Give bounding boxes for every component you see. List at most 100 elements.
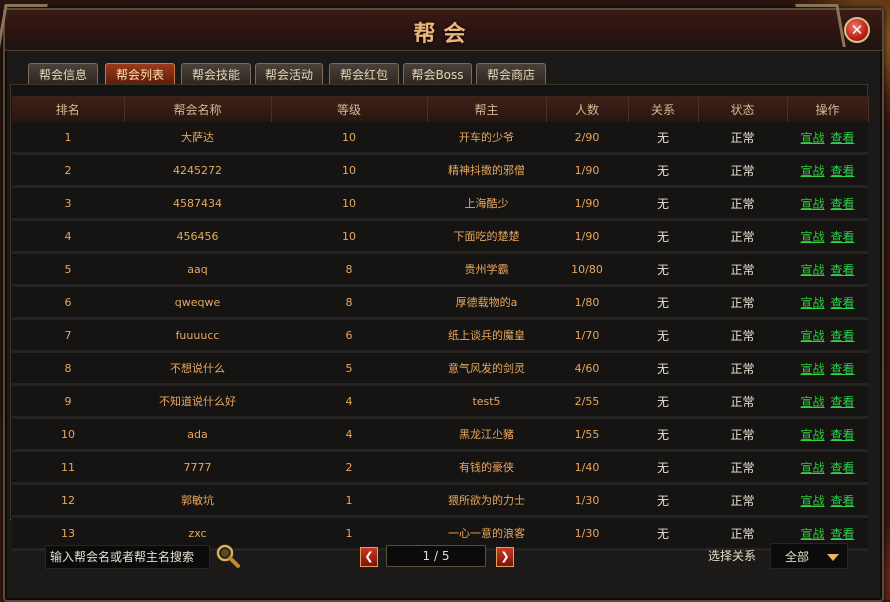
leader-cell: 精神抖擞的邪僧 xyxy=(427,153,546,188)
members-cell: 4/60 xyxy=(546,351,628,386)
prev-page-button[interactable]: ❮ xyxy=(360,547,378,567)
guild-name-cell: 不想说什么 xyxy=(124,351,271,386)
status-cell: 正常 xyxy=(698,483,787,518)
relation-cell: 无 xyxy=(628,318,698,353)
chevron-left-icon: ❮ xyxy=(364,550,374,563)
rank-cell: 6 xyxy=(12,285,124,320)
view-guild-link[interactable]: 查看 xyxy=(831,230,855,244)
rank-cell: 10 xyxy=(12,417,124,452)
view-guild-link[interactable]: 查看 xyxy=(831,164,855,178)
guild-name-cell: 4245272 xyxy=(124,153,271,188)
declare-war-link[interactable]: 宣战 xyxy=(800,197,824,211)
view-guild-link[interactable]: 查看 xyxy=(831,131,855,145)
members-cell: 1/55 xyxy=(546,417,628,452)
rank-cell: 5 xyxy=(12,252,124,287)
col-rank: 排名 xyxy=(12,96,125,122)
leader-cell: 黑龙江尐豬 xyxy=(427,417,546,452)
members-cell: 1/30 xyxy=(546,483,628,518)
declare-war-link[interactable]: 宣战 xyxy=(800,428,824,442)
view-guild-link[interactable]: 查看 xyxy=(831,494,855,508)
status-cell: 正常 xyxy=(698,351,787,386)
actions-cell: 宣战 查看 xyxy=(787,417,868,452)
status-cell: 正常 xyxy=(698,122,787,155)
close-button[interactable]: ✕ xyxy=(844,17,870,43)
level-cell: 4 xyxy=(271,417,427,452)
status-cell: 正常 xyxy=(698,318,787,353)
declare-war-link[interactable]: 宣战 xyxy=(800,263,824,277)
actions-cell: 宣战 查看 xyxy=(787,122,868,155)
view-guild-link[interactable]: 查看 xyxy=(831,461,855,475)
page-indicator: 1 / 5 xyxy=(386,545,486,567)
view-guild-link[interactable]: 查看 xyxy=(831,362,855,376)
col-members: 人数 xyxy=(546,96,629,122)
leader-cell: 贵州学霸 xyxy=(427,252,546,287)
level-cell: 1 xyxy=(271,483,427,518)
actions-cell: 宣战 查看 xyxy=(787,384,868,419)
members-cell: 1/90 xyxy=(546,153,628,188)
actions-cell: 宣战 查看 xyxy=(787,318,868,353)
members-cell: 1/80 xyxy=(546,285,628,320)
view-guild-link[interactable]: 查看 xyxy=(831,263,855,277)
col-status: 状态 xyxy=(698,96,788,122)
leader-cell: 下面吃的楚楚 xyxy=(427,219,546,254)
actions-cell: 宣战 查看 xyxy=(787,186,868,221)
declare-war-link[interactable]: 宣战 xyxy=(800,296,824,310)
status-cell: 正常 xyxy=(698,186,787,221)
table-row: 4 456456 10 下面吃的楚楚 1/90 无正常 宣战 查看 xyxy=(12,219,868,254)
search-icon[interactable] xyxy=(215,543,241,569)
declare-war-link[interactable]: 宣战 xyxy=(800,329,824,343)
table-row: 10 ada 4 黑龙江尐豬 1/55 无正常 宣战 查看 xyxy=(12,417,868,452)
actions-cell: 宣战 查看 xyxy=(787,252,868,287)
relation-cell: 无 xyxy=(628,417,698,452)
view-guild-link[interactable]: 查看 xyxy=(831,428,855,442)
search-input[interactable] xyxy=(45,545,210,569)
level-cell: 8 xyxy=(271,252,427,287)
col-guild-name: 帮会名称 xyxy=(124,96,272,122)
status-cell: 正常 xyxy=(698,384,787,419)
table-row: 12 郭敏坑 1 猥所欲为的力士 1/30 无正常 宣战 查看 xyxy=(12,483,868,518)
guild-table: 排名 帮会名称 等级 帮主 人数 关系 状态 操作 1 大萨达 10 开车的少爷 2/9… xyxy=(12,96,869,551)
rank-cell: 3 xyxy=(12,186,124,221)
declare-war-link[interactable]: 宣战 xyxy=(800,461,824,475)
relation-filter-select[interactable]: 全部 xyxy=(770,543,848,569)
table-row: 5 aaq 8 贵州学霸 10/80 无正常 宣战 查看 xyxy=(12,252,868,287)
view-guild-link[interactable]: 查看 xyxy=(831,329,855,343)
view-guild-link[interactable]: 查看 xyxy=(831,296,855,310)
view-guild-link[interactable]: 查看 xyxy=(831,395,855,409)
level-cell: 10 xyxy=(271,153,427,188)
rank-cell: 7 xyxy=(12,318,124,353)
actions-cell: 宣战 查看 xyxy=(787,219,868,254)
rank-cell: 12 xyxy=(12,483,124,518)
col-leader: 帮主 xyxy=(427,96,547,122)
rank-cell: 1 xyxy=(12,122,124,155)
leader-cell: 猥所欲为的力士 xyxy=(427,483,546,518)
declare-war-link[interactable]: 宣战 xyxy=(800,131,824,145)
declare-war-link[interactable]: 宣战 xyxy=(800,494,824,508)
actions-cell: 宣战 查看 xyxy=(787,450,868,485)
table-row: 7 fuuuucc 6 纸上谈兵的魔皇 1/70 无正常 宣战 查看 xyxy=(12,318,868,353)
relation-cell: 无 xyxy=(628,483,698,518)
declare-war-link[interactable]: 宣战 xyxy=(800,362,824,376)
guild-name-cell: 456456 xyxy=(124,219,271,254)
members-cell: 2/55 xyxy=(546,384,628,419)
guild-name-cell: fuuuucc xyxy=(124,318,271,353)
table-row: 2 4245272 10 精神抖擞的邪僧 1/90 无正常 宣战 查看 xyxy=(12,153,868,188)
relation-cell: 无 xyxy=(628,450,698,485)
members-cell: 1/90 xyxy=(546,219,628,254)
leader-cell: 意气风发的剑灵 xyxy=(427,351,546,386)
guild-name-cell: ada xyxy=(124,417,271,452)
members-cell: 2/90 xyxy=(546,122,628,155)
level-cell: 10 xyxy=(271,186,427,221)
rank-cell: 11 xyxy=(12,450,124,485)
col-level: 等级 xyxy=(271,96,428,122)
guild-name-cell: 7777 xyxy=(124,450,271,485)
table-row: 6 qweqwe 8 厚德载物的a 1/80 无正常 宣战 查看 xyxy=(12,285,868,320)
declare-war-link[interactable]: 宣战 xyxy=(800,164,824,178)
leader-cell: 开车的少爷 xyxy=(427,122,546,155)
status-cell: 正常 xyxy=(698,252,787,287)
declare-war-link[interactable]: 宣战 xyxy=(800,395,824,409)
title-bar: 帮会 ✕ xyxy=(0,4,882,51)
view-guild-link[interactable]: 查看 xyxy=(831,197,855,211)
declare-war-link[interactable]: 宣战 xyxy=(800,230,824,244)
next-page-button[interactable]: ❯ xyxy=(496,547,514,567)
